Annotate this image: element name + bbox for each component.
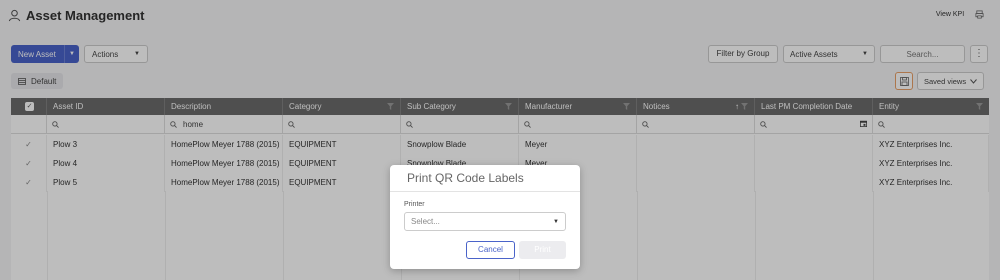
- printer-select[interactable]: Select... ▼: [404, 212, 566, 231]
- print-button[interactable]: Print: [519, 241, 566, 259]
- dialog-divider: [390, 191, 580, 192]
- cancel-button[interactable]: Cancel: [466, 241, 515, 259]
- caret-down-icon: ▼: [553, 218, 559, 225]
- printer-field-label: Printer: [404, 201, 425, 208]
- dialog-title: Print QR Code Labels: [407, 171, 524, 185]
- print-qr-labels-dialog: Print QR Code Labels Printer Select... ▼…: [390, 165, 580, 269]
- printer-select-placeholder: Select...: [411, 217, 440, 226]
